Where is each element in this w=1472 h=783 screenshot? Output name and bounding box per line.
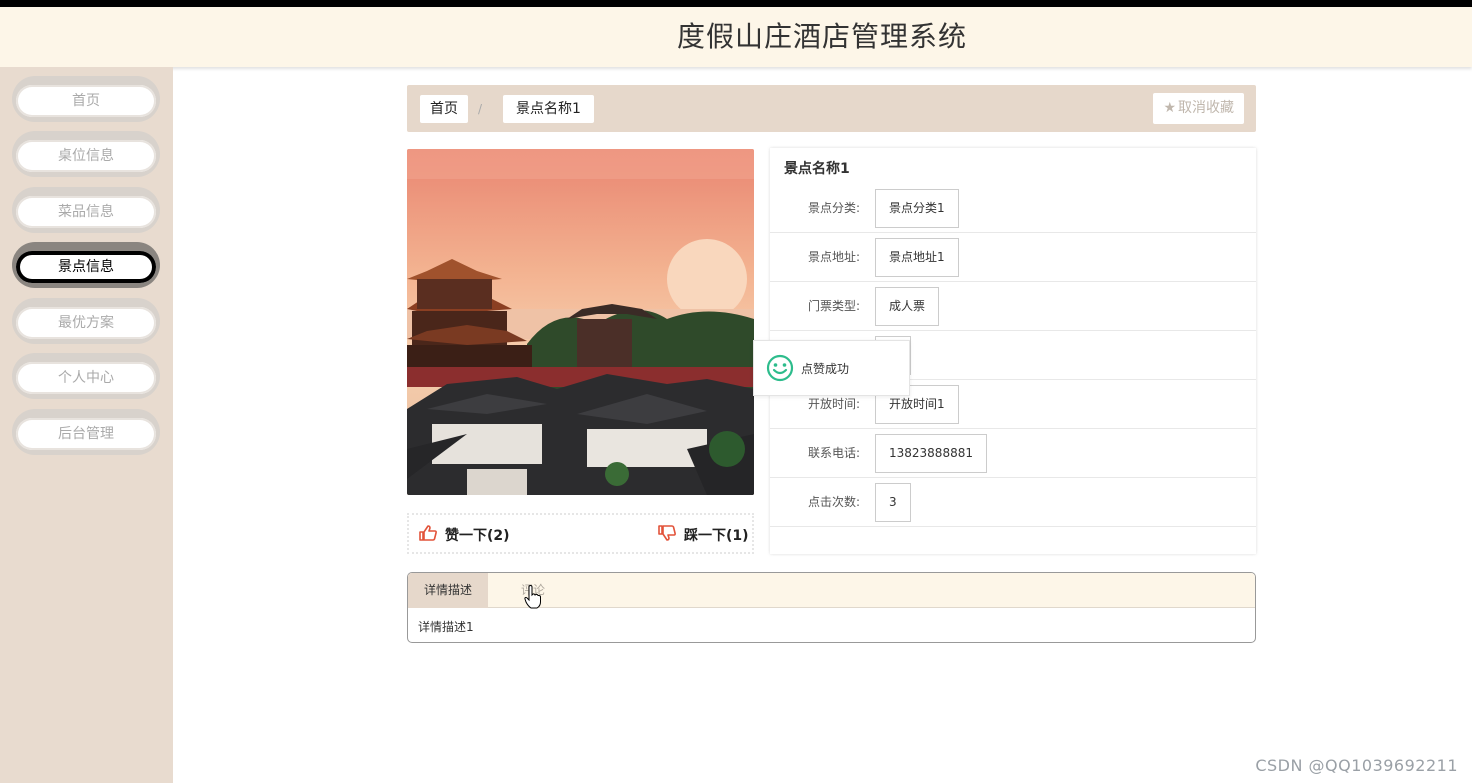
- breadcrumb-current: 景点名称1: [503, 95, 594, 123]
- star-icon: ★: [1163, 100, 1176, 116]
- tab-description[interactable]: 详情描述: [408, 573, 489, 608]
- sidebar-item-dishes[interactable]: 菜品信息: [12, 187, 160, 233]
- sidebar-item-admin[interactable]: 后台管理: [12, 409, 160, 455]
- detail-value: 景点地址1: [875, 238, 959, 277]
- detail-label: 联系电话:: [807, 446, 860, 460]
- unfavorite-button[interactable]: ★ 取消收藏: [1153, 93, 1244, 124]
- detail-row-click-count: 点击次数: 3: [770, 478, 1256, 527]
- breadcrumb-separator: /: [478, 102, 483, 116]
- sidebar-item-label: 首页: [16, 85, 156, 117]
- like-success-toast: 点赞成功: [753, 340, 910, 396]
- detail-value: 3: [875, 483, 911, 522]
- sidebar-item-home[interactable]: 首页: [12, 76, 160, 122]
- detail-row-address: 景点地址: 景点地址1: [770, 233, 1256, 282]
- detail-value: 成人票: [875, 287, 940, 326]
- site-title: 度假山庄酒店管理系统: [676, 20, 967, 53]
- detail-label: 点击次数:: [807, 495, 860, 509]
- sidebar-item-label: 桌位信息: [16, 140, 156, 172]
- sidebar-item-profile[interactable]: 个人中心: [12, 353, 160, 399]
- dislike-label: 踩一下(1): [684, 528, 749, 544]
- detail-label: 门票类型:: [807, 299, 860, 313]
- sidebar-item-label: 最优方案: [16, 307, 156, 339]
- detail-value: 景点分类1: [875, 189, 959, 228]
- vote-bar: 赞一下(2) 踩一下(1): [407, 513, 754, 554]
- sidebar-item-label: 后台管理: [16, 418, 156, 450]
- like-button[interactable]: 赞一下(2): [419, 525, 510, 545]
- window-top-strip: [0, 0, 1472, 7]
- breadcrumb-home-link[interactable]: 首页: [420, 95, 468, 123]
- sidebar-nav: 首页 桌位信息 菜品信息 景点信息 最优方案 个人中心 后台管理: [0, 67, 173, 783]
- tab-content: 详情描述1: [418, 620, 474, 634]
- detail-label: 景点分类:: [807, 201, 860, 215]
- detail-label: 景点地址:: [807, 250, 860, 264]
- thumbs-up-icon: [419, 525, 437, 547]
- sidebar-item-tables[interactable]: 桌位信息: [12, 131, 160, 177]
- toast-message: 点赞成功: [801, 362, 850, 376]
- dislike-button[interactable]: 踩一下(1): [658, 525, 749, 545]
- sidebar-item-label: 景点信息: [16, 251, 156, 283]
- thumbs-down-icon: [658, 525, 676, 547]
- site-header: 度假山庄酒店管理系统: [0, 7, 1472, 67]
- watermark: CSDN @QQ1039692211: [1255, 756, 1458, 775]
- detail-row-ticket-type: 门票类型: 成人票: [770, 282, 1256, 331]
- unfavorite-label: 取消收藏: [1178, 100, 1234, 116]
- attraction-photo: [407, 149, 754, 495]
- like-label: 赞一下(2): [445, 528, 510, 544]
- sidebar-item-attractions[interactable]: 景点信息: [12, 242, 160, 288]
- detail-row-phone: 联系电话: 13823888881: [770, 429, 1256, 478]
- sidebar-item-label: 个人中心: [16, 362, 156, 394]
- detail-row-category: 景点分类: 景点分类1: [770, 184, 1256, 233]
- detail-value: 13823888881: [875, 434, 987, 473]
- breadcrumb: 首页 / 景点名称1 ★ 取消收藏: [407, 85, 1256, 132]
- hand-cursor-icon: [524, 584, 542, 613]
- sidebar-item-label: 菜品信息: [16, 196, 156, 228]
- smile-icon: [766, 354, 794, 386]
- attraction-name: 景点名称1: [784, 161, 850, 177]
- sidebar-item-best-plan[interactable]: 最优方案: [12, 298, 160, 344]
